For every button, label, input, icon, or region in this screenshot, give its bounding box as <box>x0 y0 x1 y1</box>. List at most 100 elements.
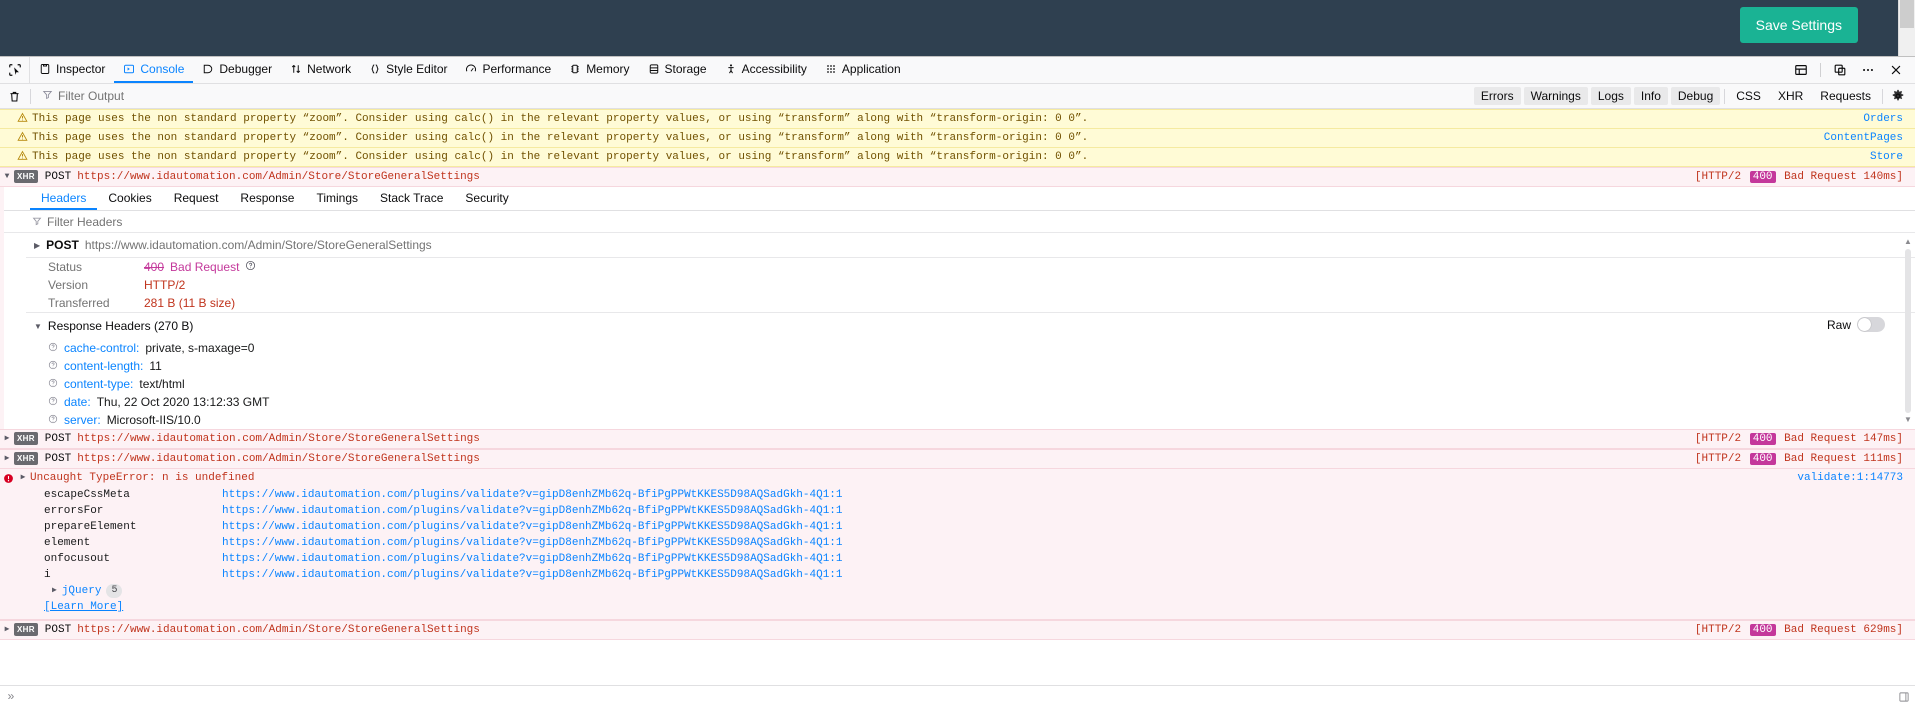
filter-logs[interactable]: Logs <box>1590 87 1631 105</box>
header-value: 11 <box>149 359 162 373</box>
message-source-link[interactable]: Store <box>1870 150 1915 164</box>
tab-debugger[interactable]: Debugger <box>193 57 281 83</box>
console-input-prompt[interactable]: » <box>0 685 1915 707</box>
net-tab-request[interactable]: Request <box>163 187 230 210</box>
filter-css[interactable]: CSS <box>1729 87 1768 105</box>
gear-icon[interactable] <box>1887 85 1909 107</box>
stack-frame[interactable]: i https://www.idautomation.com/plugins/v… <box>0 567 1915 583</box>
error-source-link[interactable]: validate:1:14773 <box>1797 471 1915 485</box>
stack-frame[interactable]: errorsFor https://www.idautomation.com/p… <box>0 503 1915 519</box>
stack-frame-url[interactable]: https://www.idautomation.com/plugins/val… <box>222 536 843 550</box>
help-icon[interactable] <box>48 359 58 373</box>
error-header[interactable]: ▶ Uncaught TypeError: n is undefined val… <box>0 469 1915 487</box>
help-icon[interactable] <box>48 377 58 391</box>
stack-frame[interactable]: onfocusout https://www.idautomation.com/… <box>0 551 1915 567</box>
console-message-xhr[interactable]: ▶ XHR POST https://www.idautomation.com/… <box>0 620 1915 640</box>
expand-twisty-closed[interactable]: ▶ <box>0 452 14 466</box>
stack-function-name: prepareElement <box>44 521 137 533</box>
tab-console[interactable]: Console <box>114 57 194 83</box>
responsive-design-mode-icon[interactable] <box>1827 57 1853 83</box>
filter-info[interactable]: Info <box>1633 87 1668 105</box>
raw-toggle[interactable]: Raw <box>1827 317 1885 332</box>
console-message-error[interactable]: ▶ Uncaught TypeError: n is undefined val… <box>0 469 1915 620</box>
tab-application[interactable]: Application <box>816 57 910 83</box>
page-scrollbar[interactable]: ▼ <box>1898 0 1915 56</box>
console-output[interactable]: This page uses the non standard property… <box>0 109 1915 685</box>
meatball-menu-icon[interactable] <box>1855 57 1881 83</box>
stack-frame-url[interactable]: https://www.idautomation.com/plugins/val… <box>222 568 843 582</box>
expand-twisty-open[interactable]: ▼ <box>34 322 42 331</box>
trash-icon[interactable] <box>2 85 26 107</box>
save-settings-button[interactable]: Save Settings <box>1739 7 1858 43</box>
console-message-warning[interactable]: This page uses the non standard property… <box>0 148 1915 167</box>
net-tab-timings[interactable]: Timings <box>305 187 369 210</box>
page-scrollbar-thumb[interactable] <box>1900 0 1914 28</box>
stack-frame[interactable]: prepareElement https://www.idautomation.… <box>0 519 1915 535</box>
scrollbar-thumb[interactable] <box>1905 249 1911 413</box>
stack-frame[interactable]: escapeCssMeta https://www.idautomation.c… <box>0 487 1915 503</box>
tab-accessibility[interactable]: Accessibility <box>716 57 816 83</box>
help-icon[interactable] <box>245 260 256 274</box>
expand-twisty-closed[interactable]: ▶ <box>52 584 57 598</box>
filter-warnings[interactable]: Warnings <box>1523 87 1588 105</box>
filter-output-field[interactable] <box>35 89 1474 103</box>
tab-inspector[interactable]: Inspector <box>30 57 114 83</box>
request-url[interactable]: https://www.idautomation.com/Admin/Store… <box>77 170 480 184</box>
element-picker-icon[interactable] <box>0 57 30 83</box>
console-message-xhr[interactable]: ▼ XHR POST https://www.idautomation.com/… <box>0 167 1915 187</box>
console-input[interactable] <box>22 690 1893 703</box>
request-url[interactable]: https://www.idautomation.com/Admin/Store… <box>77 623 480 637</box>
request-url[interactable]: https://www.idautomation.com/Admin/Store… <box>77 452 480 466</box>
expand-twisty-closed[interactable]: ▶ <box>34 241 40 250</box>
request-phrase: Bad Request <box>1784 624 1857 636</box>
tab-performance[interactable]: Performance <box>456 57 560 83</box>
console-message-xhr[interactable]: ▶ XHR POST https://www.idautomation.com/… <box>0 429 1915 449</box>
message-source-link[interactable]: Orders <box>1863 112 1915 126</box>
request-summary-row[interactable]: ▶ POST https://www.idautomation.com/Admi… <box>26 233 1915 258</box>
net-tab-security[interactable]: Security <box>454 187 519 210</box>
stack-frame-url[interactable]: https://www.idautomation.com/plugins/val… <box>222 520 843 534</box>
console-message-warning[interactable]: This page uses the non standard property… <box>0 129 1915 148</box>
stack-frame[interactable]: element https://www.idautomation.com/plu… <box>0 535 1915 551</box>
help-icon[interactable] <box>48 395 58 409</box>
help-icon[interactable] <box>48 413 58 427</box>
expand-twisty-open[interactable]: ▼ <box>0 170 14 184</box>
network-details-scrollbar[interactable]: ▲ ▼ <box>1903 237 1913 425</box>
request-url[interactable]: https://www.idautomation.com/Admin/Store… <box>77 432 480 446</box>
tab-style-editor[interactable]: Style Editor <box>360 57 456 83</box>
tab-memory[interactable]: Memory <box>560 57 638 83</box>
expand-twisty-closed[interactable]: ▶ <box>16 471 30 485</box>
scroll-down-icon[interactable]: ▼ <box>1903 415 1913 425</box>
console-message-xhr[interactable]: ▶ XHR POST https://www.idautomation.com/… <box>0 449 1915 469</box>
net-tab-stack-trace[interactable]: Stack Trace <box>369 187 454 210</box>
message-source-link[interactable]: ContentPages <box>1824 131 1915 145</box>
stack-frame-url[interactable]: https://www.idautomation.com/plugins/val… <box>222 488 843 502</box>
filter-errors[interactable]: Errors <box>1473 87 1521 105</box>
tab-storage[interactable]: Storage <box>639 57 716 83</box>
net-tab-response[interactable]: Response <box>229 187 305 210</box>
response-header-row: server: Microsoft-IIS/10.0 <box>26 411 1915 429</box>
console-message-warning[interactable]: This page uses the non standard property… <box>0 109 1915 129</box>
chevron-down-icon[interactable]: ▼ <box>1899 0 1915 4</box>
stack-frame-url[interactable]: https://www.idautomation.com/plugins/val… <box>222 552 843 566</box>
close-devtools-icon[interactable] <box>1883 57 1909 83</box>
scroll-up-icon[interactable]: ▲ <box>1903 237 1913 247</box>
search-input[interactable] <box>58 89 1474 103</box>
filter-xhr[interactable]: XHR <box>1771 87 1810 105</box>
help-icon[interactable] <box>48 341 58 355</box>
learn-more-link[interactable]: [Learn More] <box>0 599 1915 617</box>
tab-network[interactable]: Network <box>281 57 360 83</box>
split-console-icon[interactable] <box>1788 57 1814 83</box>
filter-requests[interactable]: Requests <box>1813 87 1878 105</box>
editor-mode-icon[interactable] <box>1893 691 1915 703</box>
response-headers-section[interactable]: ▼ Response Headers (270 B) Raw <box>26 312 1915 339</box>
expand-twisty-closed[interactable]: ▶ <box>0 432 14 446</box>
toggle-track[interactable] <box>1857 317 1885 332</box>
net-tab-cookies[interactable]: Cookies <box>97 187 162 210</box>
filter-debug[interactable]: Debug <box>1670 87 1721 105</box>
net-tab-headers[interactable]: Headers <box>30 187 98 210</box>
filter-headers-field[interactable]: Filter Headers <box>4 211 1915 233</box>
expand-twisty-closed[interactable]: ▶ <box>0 623 14 637</box>
stack-frame-url[interactable]: https://www.idautomation.com/plugins/val… <box>222 504 843 518</box>
stack-group-jquery[interactable]: ▶ jQuery 5 <box>0 583 1915 599</box>
